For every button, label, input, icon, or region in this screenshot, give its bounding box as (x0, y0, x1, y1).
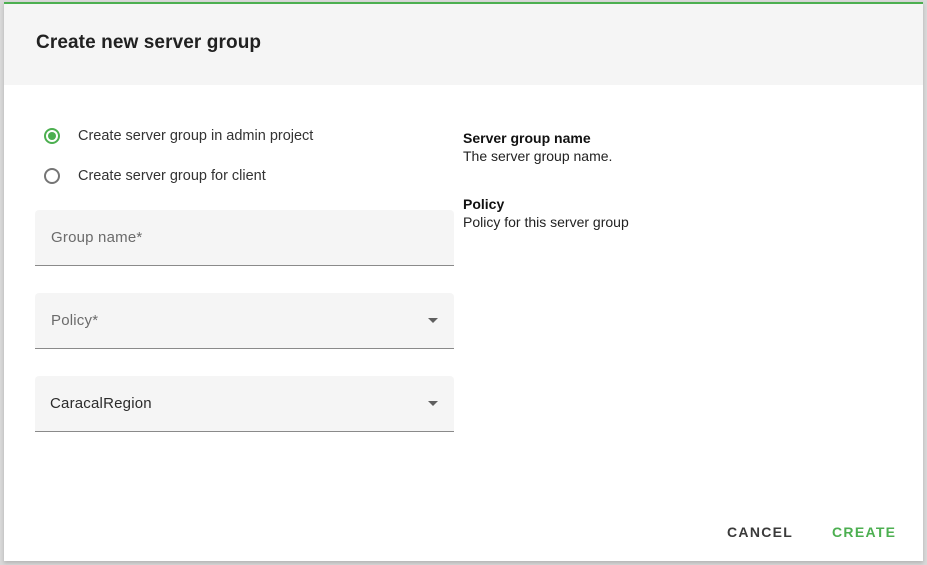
radio-for-client[interactable]: Create server group for client (44, 164, 266, 188)
help-policy-title: Policy (463, 196, 505, 212)
radio-for-client-label[interactable]: Create server group for client (78, 168, 266, 184)
policy-select[interactable]: Policy* (35, 293, 454, 349)
radio-unchecked-icon[interactable] (44, 168, 60, 184)
radio-admin-project[interactable]: Create server group in admin project (44, 124, 313, 148)
region-select[interactable]: CaracalRegion (35, 376, 454, 432)
region-value: CaracalRegion (50, 395, 152, 412)
help-policy-text: Policy for this server group (463, 214, 629, 230)
dialog-title: Create new server group (36, 32, 262, 53)
radio-checked-icon[interactable] (44, 128, 60, 144)
radio-dot (48, 132, 56, 140)
create-button[interactable]: CREATE (832, 524, 896, 540)
group-name-field[interactable]: Group name* (35, 210, 454, 266)
caret-down-icon[interactable] (428, 318, 438, 323)
radio-admin-project-label[interactable]: Create server group in admin project (78, 128, 313, 144)
create-server-group-dialog: Create new server group Create server gr… (4, 2, 923, 561)
cancel-button[interactable]: CANCEL (727, 524, 793, 540)
dialog-header: Create new server group (4, 4, 923, 85)
group-name-label: Group name* (51, 229, 143, 246)
help-group-name-text: The server group name. (463, 148, 613, 164)
help-group-name-title: Server group name (463, 130, 591, 146)
caret-down-icon[interactable] (428, 401, 438, 406)
policy-label: Policy* (51, 312, 99, 329)
